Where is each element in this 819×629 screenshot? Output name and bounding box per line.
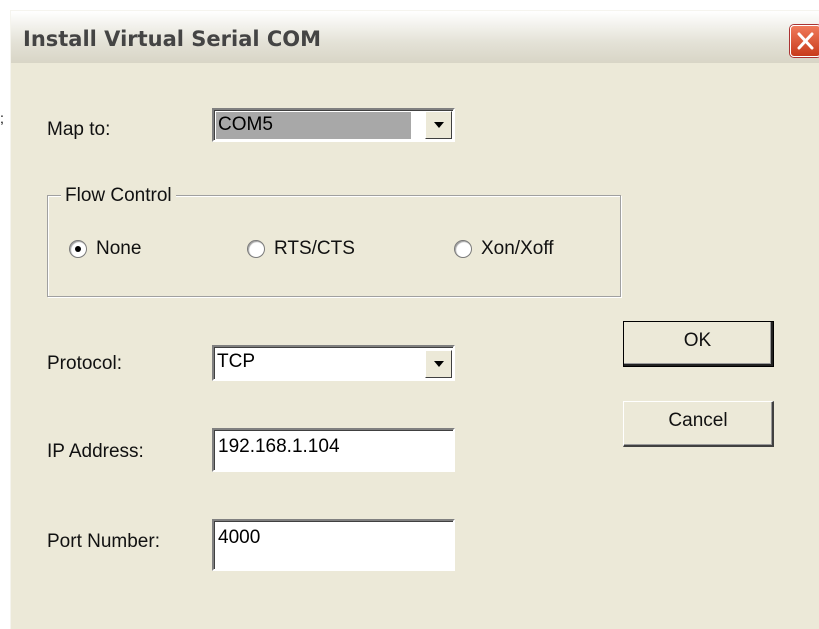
ok-button-label: OK <box>683 330 712 351</box>
close-button[interactable] <box>790 25 819 57</box>
title-bar[interactable]: Install Virtual Serial COM <box>11 11 819 63</box>
map-to-select[interactable]: COM5 <box>212 108 455 142</box>
map-to-label: Map to: <box>47 119 111 140</box>
protocol-select[interactable]: TCP <box>212 345 455 381</box>
close-icon <box>797 32 814 50</box>
map-to-dropdown-button[interactable] <box>425 111 452 139</box>
window-title: Install Virtual Serial COM <box>23 27 322 51</box>
port-number-label: Port Number: <box>47 531 160 552</box>
protocol-value: TCP <box>217 351 255 372</box>
port-number-field[interactable]: 4000 <box>212 519 455 571</box>
port-number-value: 4000 <box>218 527 261 548</box>
protocol-dropdown-button[interactable] <box>425 350 452 378</box>
radio-rts-cts-button[interactable] <box>247 240 265 258</box>
radio-none-button[interactable] <box>69 240 87 258</box>
radio-rts-cts-label: RTS/CTS <box>274 238 355 259</box>
dialog-window: Install Virtual Serial COM Map to: COM5 … <box>10 10 819 629</box>
map-to-value: COM5 <box>216 112 411 139</box>
protocol-label: Protocol: <box>47 353 122 374</box>
radio-xon-xoff-button[interactable] <box>454 240 472 258</box>
flow-control-legend: Flow Control <box>61 185 176 207</box>
background-edge <box>0 60 10 628</box>
ip-address-label: IP Address: <box>47 441 144 462</box>
cancel-button-label: Cancel <box>668 410 728 431</box>
chevron-down-icon <box>434 122 444 128</box>
radio-xon-xoff-label: Xon/Xoff <box>481 238 554 259</box>
ok-button[interactable]: OK <box>623 321 774 367</box>
ip-address-value: 192.168.1.104 <box>218 436 340 457</box>
chevron-down-icon <box>434 361 444 367</box>
ip-address-field[interactable]: 192.168.1.104 <box>212 428 455 472</box>
edge-mark: ; <box>0 110 4 126</box>
radio-none-label: None <box>96 238 142 259</box>
cancel-button[interactable]: Cancel <box>623 401 774 447</box>
